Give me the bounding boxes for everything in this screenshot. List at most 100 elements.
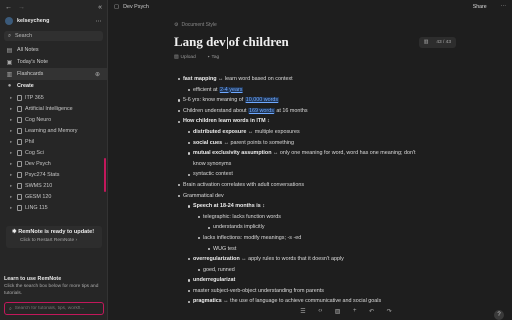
outline-text[interactable]: Grammatical dev [183, 191, 224, 202]
page-title[interactable]: Lang dev of children [174, 34, 289, 50]
upload-button[interactable]: ▨ Upload [174, 54, 196, 60]
outline-text[interactable]: Brain activation correlates with adult c… [183, 180, 304, 191]
collapse-sidebar-icon[interactable]: « [98, 4, 102, 11]
outline-text[interactable]: How children learn words in ITM ↕ [183, 116, 270, 127]
bullet-icon[interactable] [178, 120, 181, 123]
sidebar-item-flashcards[interactable]: ▥ Flashcards ⊕ [0, 68, 107, 80]
outline-item[interactable]: overregularization ↔ apply rules to word… [178, 254, 468, 265]
chevron-right-icon[interactable]: ▸ [10, 117, 14, 123]
bullet-icon[interactable] [178, 194, 181, 197]
undo-icon[interactable]: ↶ [369, 308, 374, 315]
chevron-right-icon[interactable]: ▸ [10, 139, 14, 145]
bullet-icon[interactable] [198, 268, 201, 272]
chevron-right-icon[interactable]: ▸ [10, 205, 14, 211]
doc-item[interactable]: ▸ ITP 365 [0, 92, 107, 103]
outline-item[interactable]: goed, runned [178, 265, 468, 276]
chevron-right-icon[interactable]: ▸ [10, 95, 14, 101]
outline-item[interactable]: master subject-verb-object understanding… [178, 286, 468, 297]
sidebar-create[interactable]: ● Create [0, 80, 107, 92]
outline-item[interactable]: telegraphic: lacks function words [178, 212, 468, 223]
sidebar-item-all-notes[interactable]: ▤ All Notes [0, 44, 107, 56]
outline-text[interactable]: goed, runned [203, 265, 235, 276]
share-button[interactable]: Share [473, 4, 487, 10]
document-style-button[interactable]: ⚙ Document Style [174, 22, 217, 28]
image-icon[interactable]: ▨ [335, 308, 341, 315]
doc-item[interactable]: ▸ LING 115 [0, 202, 107, 213]
bullet-icon[interactable] [188, 279, 191, 282]
outline-item[interactable]: Grammatical dev [178, 191, 468, 202]
outline-text[interactable]: mutual exclusivity assumption ↔ only one… [193, 148, 415, 159]
outline-item[interactable]: efficient at 2-4 years [178, 85, 468, 96]
outline-item[interactable]: 5-6 yrs: know meaning of 10,000 words [178, 95, 468, 106]
doc-item-active[interactable]: ▸ Dev Psych [0, 158, 107, 169]
forward-arrow-icon[interactable]: → [18, 4, 25, 11]
outline-text[interactable]: Speech at 18-24 months is ↕ [193, 201, 265, 212]
help-button[interactable]: ? [494, 310, 504, 320]
doc-item[interactable]: ▸ Phil [0, 136, 107, 147]
pin-icon[interactable]: ⊕ [94, 71, 101, 78]
outline-item[interactable]: How children learn words in ITM ↕ [178, 116, 468, 127]
doc-item[interactable]: ▸ Cog Neuro [0, 114, 107, 125]
bullet-icon[interactable] [198, 215, 201, 219]
outline-item[interactable]: mutual exclusivity assumption ↔ only one… [178, 148, 468, 159]
outline-text[interactable]: fast mapping ↔ learn word based on conte… [183, 74, 293, 85]
outline-text[interactable]: master subject-verb-object understanding… [193, 286, 324, 297]
bullet-icon[interactable] [178, 99, 181, 102]
bullet-icon[interactable] [188, 258, 191, 261]
chevron-right-icon[interactable]: ▸ [10, 106, 14, 112]
sidebar-scroll-indicator[interactable] [104, 158, 106, 192]
chevron-right-icon[interactable]: ▸ [10, 128, 14, 134]
bullet-icon[interactable] [188, 152, 191, 155]
outline-item[interactable]: social cues ↔ parent points to something [178, 138, 468, 149]
outline-text[interactable]: lacks inflections: modify meanings; -s -… [203, 233, 301, 244]
outline-text[interactable]: efficient at 2-4 years [193, 85, 244, 96]
bullet-icon[interactable] [188, 141, 191, 144]
tag-button[interactable]: ⬩ Tag [208, 54, 219, 61]
outline-text[interactable]: distributed exposure ↔ multiple exposure… [193, 127, 300, 138]
outline-item[interactable]: distributed exposure ↔ multiple exposure… [178, 127, 468, 138]
outline-item[interactable]: WUG test [178, 244, 468, 255]
tutorial-search-input[interactable] [14, 306, 95, 311]
flashcard-count[interactable]: ▥ 43 / 43 [418, 37, 456, 48]
chevron-right-icon[interactable]: ▸ [10, 172, 14, 178]
bullet-icon[interactable] [208, 226, 211, 229]
outline-text[interactable]: social cues ↔ parent points to something [193, 138, 294, 149]
chevron-right-icon[interactable]: ▸ [10, 194, 14, 200]
doc-item[interactable]: ▸ Psyc274 Stats [0, 169, 107, 180]
doc-item[interactable]: ▸ Artificial Intelligence [0, 103, 107, 114]
outline-text[interactable]: understands implicitly [213, 222, 265, 233]
list-icon[interactable]: ☰ [300, 308, 305, 315]
chevron-right-icon[interactable]: ▸ [10, 150, 14, 156]
bullet-icon[interactable] [188, 205, 191, 208]
bullet-icon[interactable] [188, 173, 191, 176]
bullet-icon[interactable] [188, 88, 191, 91]
outline-text[interactable]: know synonyms [193, 159, 231, 170]
outline-text[interactable]: WUG test [213, 244, 236, 255]
doc-item[interactable]: ▸ Cog Sci [0, 147, 107, 158]
outline-text[interactable]: 5-6 yrs: know meaning of 10,000 words [183, 95, 280, 106]
bullet-icon[interactable] [188, 131, 191, 134]
outline-item[interactable]: understands implicitly [178, 222, 468, 233]
bullet-icon[interactable] [188, 290, 191, 293]
bullet-icon[interactable] [198, 237, 201, 240]
bullet-icon[interactable] [208, 247, 211, 250]
bullet-icon[interactable] [178, 109, 181, 113]
doc-item[interactable]: ▸ GESM 120 [0, 191, 107, 202]
outline-item[interactable]: Children understand about 169 words at 1… [178, 106, 468, 117]
bullet-icon[interactable] [178, 184, 181, 187]
doc-item[interactable]: ▸ SWMS 210 [0, 180, 107, 191]
outline-item[interactable]: Brain activation correlates with adult c… [178, 180, 468, 191]
outline-item[interactable]: know synonyms [178, 159, 468, 170]
back-arrow-icon[interactable]: ← [5, 4, 12, 11]
restart-link[interactable]: Click to Restart RemNote › [12, 238, 96, 243]
bullet-icon[interactable] [188, 300, 191, 303]
code-icon[interactable]: ‹› [318, 308, 322, 314]
outline-item[interactable]: underregularizat [178, 275, 468, 286]
doc-item[interactable]: ▸ Learning and Memory [0, 125, 107, 136]
outline-text[interactable]: syntactic context [193, 169, 233, 180]
more-icon[interactable]: ⋯ [95, 18, 102, 25]
outline-text[interactable]: overregularization ↔ apply rules to word… [193, 254, 344, 265]
sidebar-search[interactable]: ⌕ Search [4, 31, 103, 41]
bullet-icon[interactable] [178, 78, 181, 81]
breadcrumb[interactable]: Dev Psych [123, 4, 149, 10]
